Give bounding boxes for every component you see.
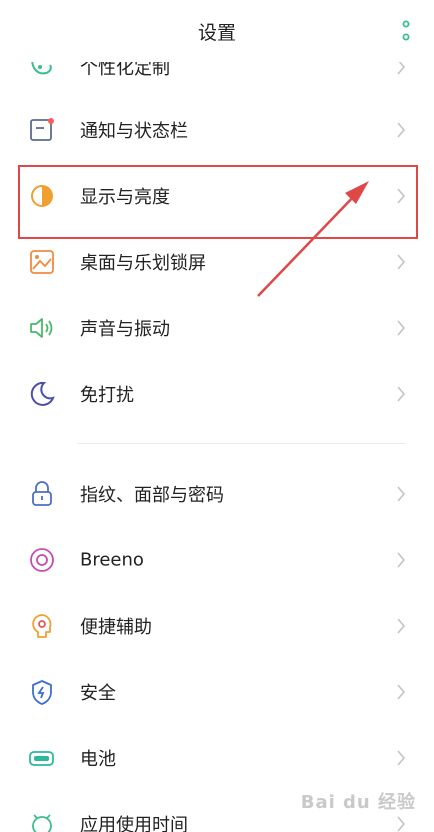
page-title: 设置 [197,22,236,44]
chevron-right-icon [397,254,406,270]
settings-item-label: 电池 [80,749,116,770]
chevron-right-icon [397,684,406,700]
settings-item-label: 应用使用时间 [80,815,188,832]
moon-icon [30,381,55,406]
settings-item-label: 通知与状态栏 [80,121,188,142]
chevron-right-icon [397,386,406,402]
settings-item-label: 声音与振动 [80,319,170,340]
settings-item-breeno[interactable]: Breeno [0,529,434,591]
watermark: Bai du 经验 [300,792,416,813]
settings-item-wallpaper[interactable]: 桌面与乐划锁屏 [0,231,434,293]
header: 设置 [0,0,434,62]
settings-item-battery[interactable]: 电池 [0,727,434,789]
settings-page: 设置 个性化定制 通知与状态栏 显示与亮度 桌面与乐划锁屏 声音与振动 免打扰 … [0,0,434,832]
more-vertical-icon[interactable] [402,20,410,42]
settings-item-security[interactable]: 安全 [0,661,434,723]
chevron-right-icon [397,486,406,502]
sound-icon [30,318,53,338]
section-divider [78,443,406,444]
settings-item-label: 便捷辅助 [80,617,152,638]
assist-icon [32,614,52,638]
shield-icon [32,680,52,705]
breeno-icon [30,548,54,572]
annotation-highlight-box [18,165,418,239]
settings-item-fingerprint[interactable]: 指纹、面部与密码 [0,463,434,525]
chevron-right-icon [397,552,406,568]
settings-item-notification[interactable]: 通知与状态栏 [0,99,434,161]
settings-item-label: 安全 [80,683,116,704]
chevron-right-icon [397,122,406,138]
battery-icon [29,751,54,766]
wallpaper-icon [30,250,54,274]
settings-item-label: 指纹、面部与密码 [80,485,224,506]
settings-item-assist[interactable]: 便捷辅助 [0,595,434,657]
chevron-right-icon [397,816,406,832]
settings-item-dnd[interactable]: 免打扰 [0,363,434,425]
settings-item-label: 桌面与乐划锁屏 [80,253,206,274]
chevron-right-icon [397,750,406,766]
app-usage-icon [32,814,52,832]
settings-item-label: 免打扰 [80,385,134,406]
notification-icon [30,118,54,141]
settings-item-sound[interactable]: 声音与振动 [0,297,434,359]
chevron-right-icon [397,320,406,336]
chevron-right-icon [397,618,406,634]
settings-item-label: Breeno [80,549,144,571]
lock-icon [32,481,52,506]
